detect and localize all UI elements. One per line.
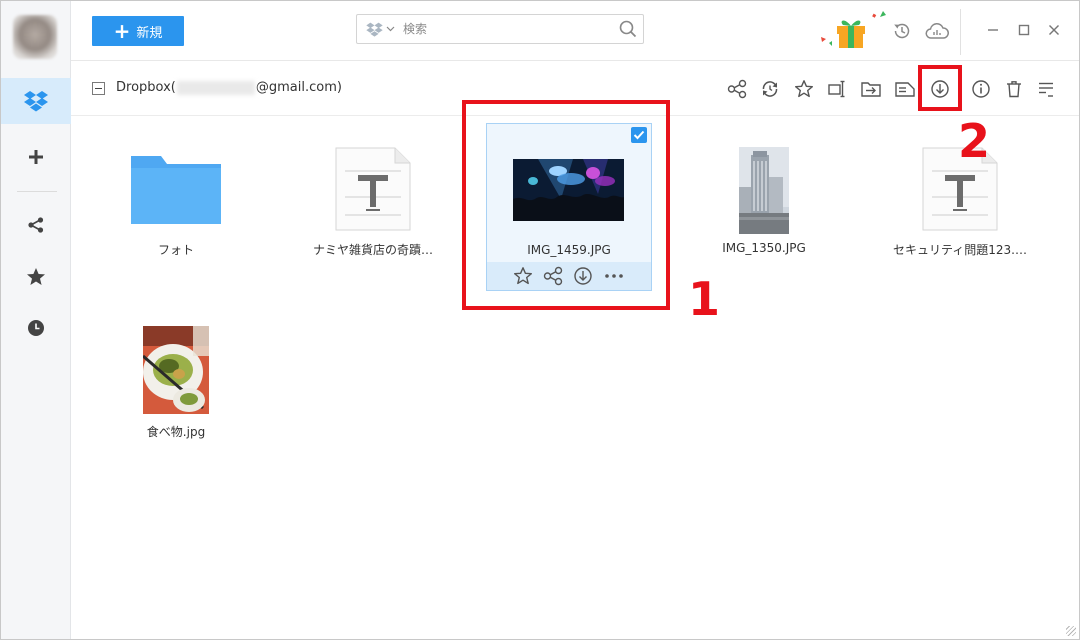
account-prefix: Dropbox(	[116, 80, 176, 95]
minimize-icon	[988, 29, 998, 31]
copy-button[interactable]	[893, 77, 917, 101]
file-item[interactable]: ナミヤ雑貨店の奇蹟…	[290, 117, 456, 287]
star-button[interactable]	[792, 77, 816, 101]
file-name: 食べ物.jpg	[146, 425, 206, 439]
share-button[interactable]	[725, 77, 749, 101]
copy-icon	[895, 82, 915, 97]
sync-button[interactable]	[758, 77, 782, 101]
info-button[interactable]	[969, 77, 993, 101]
breadcrumb: Dropbox( @gmail.com)	[116, 80, 342, 95]
image-thumbnail	[739, 147, 789, 234]
dropbox-icon	[24, 91, 48, 112]
share-icon	[727, 79, 747, 99]
new-button[interactable]: + 新規	[92, 16, 184, 46]
search-icon	[619, 20, 637, 38]
sidebar-item-starred[interactable]	[1, 254, 71, 300]
file-name: フォト	[157, 243, 194, 257]
sort-icon	[1039, 82, 1053, 97]
sidebar	[1, 1, 71, 639]
search-input[interactable]	[403, 16, 613, 42]
file-name: ナミヤ雑貨店の奇蹟…	[312, 243, 433, 257]
folder-icon	[131, 156, 221, 224]
maximize-icon	[1018, 24, 1030, 36]
sync-icon	[762, 81, 778, 97]
cloud-button[interactable]	[923, 17, 951, 45]
plus-icon	[29, 150, 43, 164]
move-button[interactable]	[859, 77, 883, 101]
file-item[interactable]: 食べ物.jpg	[93, 317, 259, 447]
sidebar-item-dropbox[interactable]	[1, 78, 71, 124]
info-icon	[972, 80, 990, 98]
text-file-icon	[335, 147, 411, 231]
share-icon	[28, 217, 44, 233]
image-thumbnail	[143, 326, 209, 414]
star-icon	[27, 268, 45, 285]
file-item[interactable]: IMG_1350.JPG	[681, 117, 847, 287]
delete-button[interactable]	[1002, 77, 1026, 101]
file-item[interactable]: フォト	[93, 117, 259, 287]
history-icon	[894, 23, 910, 39]
gift-icon	[821, 11, 886, 48]
gift-button[interactable]	[817, 9, 889, 53]
close-icon	[1049, 25, 1059, 35]
highlight-box-2	[918, 65, 962, 111]
maximize-button[interactable]	[1013, 19, 1035, 41]
chevron-down-icon	[386, 26, 394, 32]
close-button[interactable]	[1043, 19, 1065, 41]
sidebar-item-recent[interactable]	[1, 305, 71, 351]
search-box	[356, 14, 644, 44]
sidebar-divider	[17, 191, 57, 192]
move-icon	[861, 82, 881, 97]
collapse-toggle[interactable]	[92, 82, 105, 95]
rename-icon	[828, 80, 845, 98]
cloud-icon	[925, 22, 949, 39]
dropbox-icon	[365, 22, 383, 37]
resize-grip[interactable]	[1066, 626, 1076, 636]
annotation-number-1: 1	[688, 272, 721, 326]
clock-icon	[28, 320, 44, 336]
account-suffix: @gmail.com)	[255, 80, 342, 95]
plus-icon: +	[113, 19, 131, 43]
history-button[interactable]	[888, 17, 916, 45]
minimize-button[interactable]	[982, 19, 1004, 41]
toolbar-divider	[960, 9, 961, 55]
rename-button[interactable]	[825, 77, 849, 101]
file-name: セキュリティ問題123.…	[893, 243, 1027, 257]
star-icon	[795, 80, 813, 98]
top-toolbar: + 新規	[71, 1, 1079, 61]
redacted-email	[176, 80, 255, 95]
avatar[interactable]	[13, 15, 57, 59]
search-source-dropdown[interactable]	[357, 15, 403, 43]
highlight-box-1	[462, 100, 670, 310]
sidebar-item-add[interactable]	[1, 134, 71, 180]
search-button[interactable]	[613, 15, 643, 43]
file-name: IMG_1350.JPG	[722, 241, 806, 255]
new-button-label: 新規	[136, 25, 163, 41]
sort-button[interactable]	[1034, 77, 1058, 101]
annotation-number-2: 2	[958, 114, 991, 168]
trash-icon	[1007, 81, 1021, 98]
sidebar-item-shared[interactable]	[1, 202, 71, 248]
